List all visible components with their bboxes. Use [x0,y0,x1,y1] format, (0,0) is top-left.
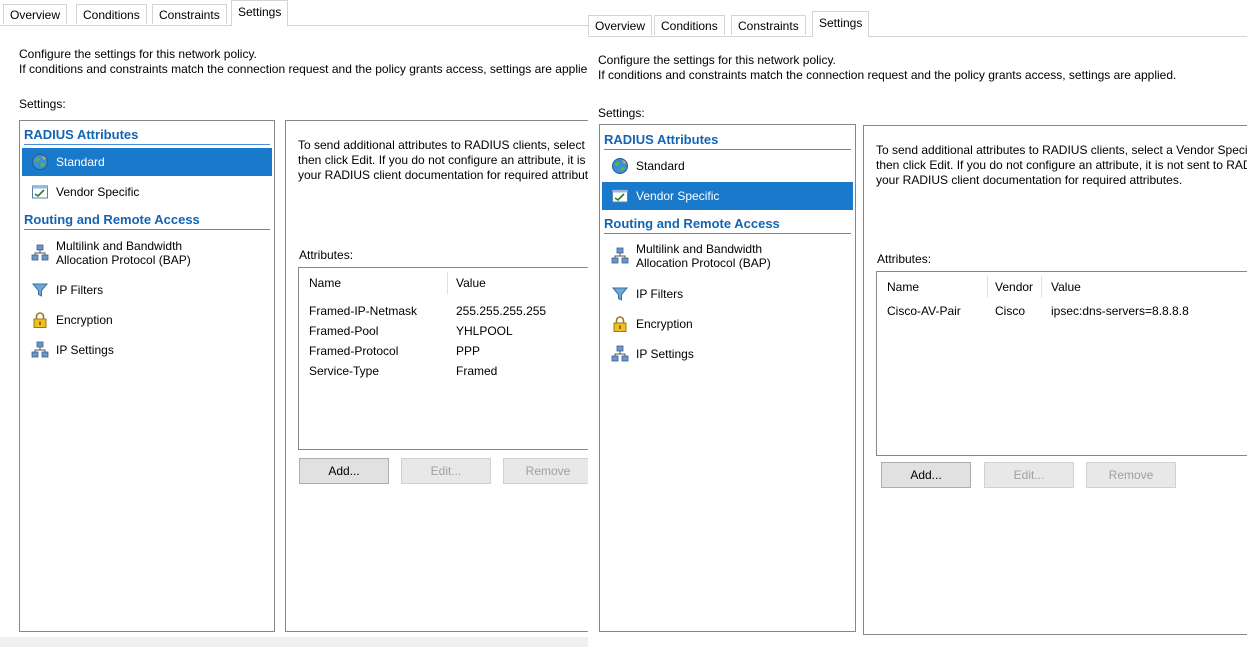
column-header-name[interactable]: Name [887,280,919,294]
attribute-value[interactable]: Framed [456,364,497,378]
nav-item-label: Encryption [636,317,693,331]
attribute-name[interactable]: Framed-Protocol [309,344,398,358]
tab-constraints[interactable]: Constraints [731,15,806,35]
edit-button[interactable]: Edit... [984,462,1074,488]
filter-icon [31,281,49,299]
group-routing-remote-access: Routing and Remote Access [24,211,270,230]
filter-icon [611,285,629,303]
attribute-vendor[interactable]: Cisco [995,304,1025,318]
nav-item-multilink[interactable]: Multilink and Bandwidth Allocation Protoc… [602,239,853,273]
tab-overview[interactable]: Overview [588,15,653,35]
settings-detail-pane: To send additional attributes to RADIUS … [863,125,1247,635]
attribute-value[interactable]: PPP [456,344,480,358]
tab-conditions[interactable]: Conditions [654,15,725,35]
tab-strip: Overview Conditions Constraints Settings [0,0,647,26]
nav-item-label: IP Filters [636,287,684,301]
group-radius-attributes: RADIUS Attributes [24,126,270,145]
nav-item-vendor-specific[interactable]: Vendor Specific [22,178,272,206]
nav-item-vendor-specific[interactable]: Vendor Specific [602,182,853,210]
edit-button[interactable]: Edit... [401,458,491,484]
description-line-1: Configure the settings for this network … [19,47,257,61]
nav-item-label: Standard [636,159,685,173]
nav-item-standard[interactable]: Standard [22,148,272,176]
vendor-icon [611,187,629,205]
remove-button[interactable]: Remove [1086,462,1176,488]
network-icon [611,247,629,265]
attributes-list[interactable]: Name Value Framed-IP-Netmask 255.255.255… [298,267,628,450]
lock-icon [611,315,629,333]
nav-item-ip-settings[interactable]: IP Settings [602,340,853,368]
nav-item-label: Allocation Protocol (BAP) [56,253,191,267]
nav-item-encryption[interactable]: Encryption [22,306,272,334]
dialog-bottom-edge [0,637,647,647]
nav-item-label: Multilink and Bandwidth [56,239,183,253]
group-radius-attributes: RADIUS Attributes [604,131,851,150]
remove-button[interactable]: Remove [503,458,593,484]
nav-item-multilink[interactable]: Multilink and Bandwidth Allocation Protoc… [22,236,272,270]
group-routing-remote-access: Routing and Remote Access [604,215,851,234]
nav-item-ip-settings[interactable]: IP Settings [22,336,272,364]
info-line-2: then click Edit. If you do not configure… [876,158,1247,172]
tab-conditions[interactable]: Conditions [76,4,147,24]
add-button[interactable]: Add... [881,462,971,488]
nav-item-standard[interactable]: Standard [602,152,853,180]
network-icon [31,341,49,359]
tab-overview[interactable]: Overview [3,4,68,24]
column-divider[interactable] [1041,276,1042,298]
nav-item-label: Encryption [56,313,113,327]
info-line-3: your RADIUS client documentation for req… [298,168,605,182]
globe-icon [611,157,629,175]
attributes-label: Attributes: [877,252,932,266]
nav-item-label: Vendor Specific [636,189,720,203]
column-header-value[interactable]: Value [1051,280,1081,294]
right-policy-dialog: Overview Conditions Constraints Settings… [588,5,1247,647]
nav-item-label: Standard [56,155,105,169]
attribute-name[interactable]: Framed-Pool [309,324,378,338]
settings-label: Settings: [19,97,66,111]
add-button[interactable]: Add... [299,458,389,484]
attribute-value[interactable]: YHLPOOL [456,324,513,338]
attributes-label: Attributes: [299,248,354,262]
info-line-1: To send additional attributes to RADIUS … [876,143,1247,157]
nav-item-encryption[interactable]: Encryption [602,310,853,338]
tab-constraints[interactable]: Constraints [152,4,227,24]
attribute-name[interactable]: Service-Type [309,364,379,378]
network-icon [31,244,49,262]
settings-label: Settings: [598,106,645,120]
tab-settings[interactable]: Settings [231,0,289,26]
column-divider[interactable] [447,272,448,294]
nav-item-label: Multilink and Bandwidth [636,242,763,256]
attribute-value[interactable]: 255.255.255.255 [456,304,546,318]
attribute-value[interactable]: ipsec:dns-servers=8.8.8.8 [1051,304,1189,318]
column-divider[interactable] [987,276,988,298]
nav-item-label: Allocation Protocol (BAP) [636,256,771,270]
nav-item-ip-filters[interactable]: IP Filters [22,276,272,304]
left-policy-dialog: Overview Conditions Constraints Settings… [0,0,647,647]
nav-item-label: IP Filters [56,283,104,297]
description-line-2: If conditions and constraints match the … [598,68,1177,82]
column-header-vendor[interactable]: Vendor [995,280,1033,294]
attributes-list[interactable]: Name Vendor Value Cisco-AV-Pair Cisco ip… [876,271,1247,456]
tab-strip: Overview Conditions Constraints Settings [588,11,1247,37]
nav-item-label: IP Settings [636,347,694,361]
description-line-1: Configure the settings for this network … [598,53,836,67]
settings-nav-tree: RADIUS Attributes Standard Vendor Specif… [19,120,275,632]
attribute-name[interactable]: Cisco-AV-Pair [887,304,961,318]
nav-item-label: IP Settings [56,343,114,357]
column-header-value[interactable]: Value [456,276,486,290]
column-header-name[interactable]: Name [309,276,341,290]
description-line-2: If conditions and constraints match the … [19,62,598,76]
network-icon [611,345,629,363]
tab-settings[interactable]: Settings [812,11,870,37]
lock-icon [31,311,49,329]
nav-item-ip-filters[interactable]: IP Filters [602,280,853,308]
nav-item-label: Vendor Specific [56,185,140,199]
vendor-icon [31,183,49,201]
attribute-name[interactable]: Framed-IP-Netmask [309,304,417,318]
globe-icon [31,153,49,171]
settings-nav-tree: RADIUS Attributes Standard Vendor Specif… [599,124,856,632]
info-line-3: your RADIUS client documentation for req… [876,173,1183,187]
